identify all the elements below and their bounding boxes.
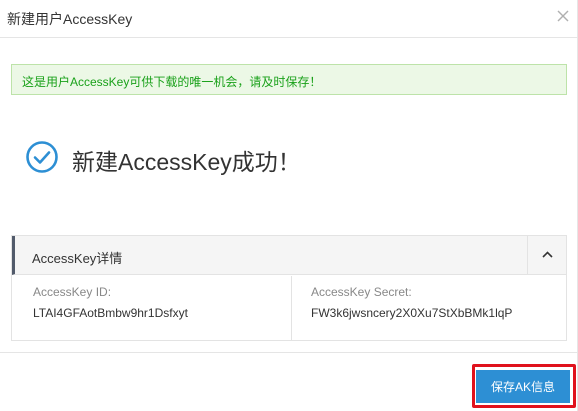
footer-divider [0, 352, 578, 353]
dialog-header: 新建用户AccessKey [0, 0, 578, 38]
save-ak-info-button[interactable]: 保存AK信息 [476, 370, 570, 403]
close-icon[interactable] [555, 8, 571, 24]
accesskey-details-panel: AccessKey详情 AccessKey ID: LTAI4GFAotBmbw… [11, 235, 567, 341]
access-key-secret-field: AccessKey Secret: FW3k6jwsncery2X0Xu7StX… [311, 285, 512, 320]
create-accesskey-dialog: 新建用户AccessKey 这是用户AccessKey可供下载的唯一机会，请及时… [0, 0, 578, 411]
details-divider [291, 276, 292, 340]
access-key-secret-value: FW3k6jwsncery2X0Xu7StXbBMk1lqP [311, 306, 513, 320]
collapse-toggle-button[interactable] [527, 236, 566, 274]
success-text: 新建AccessKey成功！ [72, 149, 301, 175]
details-panel-title: AccessKey详情 [32, 251, 123, 266]
check-circle-icon [26, 141, 58, 173]
access-key-id-label: AccessKey ID: [33, 285, 112, 299]
access-key-secret-label: AccessKey Secret: [311, 285, 412, 299]
alert-text: 这是用户AccessKey可供下载的唯一机会，请及时保存！ [22, 75, 322, 89]
download-warning-alert: 这是用户AccessKey可供下载的唯一机会，请及时保存！ [11, 64, 567, 95]
details-panel-header: AccessKey详情 [12, 236, 566, 275]
chevron-up-icon [542, 251, 553, 258]
access-key-id-value: LTAI4GFAotBmbw9hr1Dsfxyt [33, 306, 188, 320]
dialog-title: 新建用户AccessKey [7, 11, 133, 27]
access-key-id-field: AccessKey ID: LTAI4GFAotBmbw9hr1Dsfxyt [33, 285, 188, 320]
